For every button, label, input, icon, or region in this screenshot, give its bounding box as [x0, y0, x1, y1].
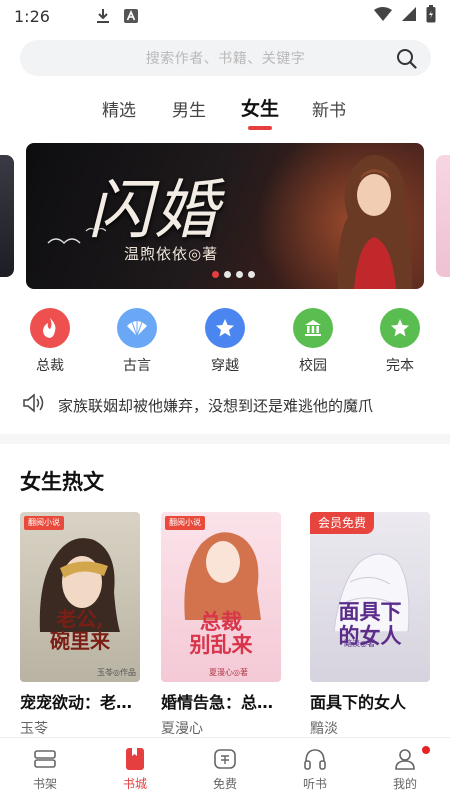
profile-icon — [395, 749, 415, 770]
banner-prev-slide[interactable] — [0, 155, 14, 277]
section-title: 女生热文 — [20, 470, 104, 494]
nav-free[interactable]: 免费 — [195, 746, 255, 792]
book-cover[interactable]: 会员免费 面具下 的女人 黯淡◎著 — [310, 512, 430, 682]
status-bar: 1:26 — [0, 0, 450, 32]
nav-label: 书城 — [122, 777, 147, 791]
tab-female[interactable]: 女生 — [241, 94, 279, 121]
category-time-travel[interactable]: 穿越 — [195, 308, 255, 375]
category-label: 总裁 — [36, 358, 64, 374]
book-card[interactable]: 翻阅小说 总裁 别乱来 夏漫心◎著 婚情告急：总… 夏漫心 — [161, 512, 281, 738]
book-card[interactable]: 会员免费 面具下 的女人 黯淡◎著 面具下的女人 黯淡 — [310, 512, 430, 738]
speaker-icon — [22, 393, 46, 417]
category-shortcuts: 总裁 古言 穿越 校园 完本 — [0, 308, 450, 378]
category-completed[interactable]: 完本 — [370, 308, 430, 375]
vip-free-badge: 会员免费 — [310, 512, 375, 534]
star-icon — [205, 308, 245, 348]
search-bar[interactable]: 搜索作者、书籍、关键字 — [20, 40, 431, 76]
nav-audiobooks[interactable]: 听书 — [285, 746, 345, 792]
banner-dot — [248, 271, 255, 278]
cover-badge: 翻阅小说 — [24, 516, 64, 530]
cover-author: 黯淡◎著 — [344, 639, 375, 648]
search-icon[interactable] — [396, 48, 417, 73]
fire-icon — [30, 308, 70, 348]
book-title[interactable]: 面具下的女人 — [310, 689, 430, 713]
cover-author: 夏漫心◎著 — [209, 668, 248, 677]
book-card[interactable]: 翻阅小说 老公, 碗里来 玉苓◎作品 宠宠欲动：老… 玉苓 — [20, 512, 140, 738]
category-label: 完本 — [386, 358, 414, 374]
book-cover[interactable]: 翻阅小说 总裁 别乱来 夏漫心◎著 — [161, 512, 281, 682]
free-icon — [214, 749, 236, 769]
signal-icon — [402, 7, 416, 25]
banner-title: 闪婚 — [88, 174, 220, 248]
banner-slide[interactable]: 闪婚 温煦依依◎著 — [26, 143, 424, 289]
cover-author: 玉苓◎作品 — [97, 668, 136, 677]
announcement-text[interactable]: 家族联姻却被他嫌弃，没想到还是难逃他的魔爪 — [58, 395, 373, 416]
tab-selected[interactable]: 精选 — [102, 96, 136, 121]
a-app-icon — [123, 9, 138, 23]
nav-label: 听书 — [302, 777, 327, 791]
category-campus[interactable]: 校园 — [283, 308, 343, 375]
banner-dot-active — [212, 271, 219, 278]
tab-male[interactable]: 男生 — [172, 96, 206, 121]
tab-new-books[interactable]: 新书 — [312, 96, 346, 121]
nav-bookstore[interactable]: 书城 — [105, 746, 165, 792]
notification-dot — [422, 746, 430, 754]
category-tabs: 精选 男生 女生 新书 — [0, 90, 450, 132]
book-title[interactable]: 婚情告急：总… — [161, 689, 281, 713]
download-icon — [96, 8, 110, 24]
search-placeholder[interactable]: 搜索作者、书籍、关键字 — [146, 48, 306, 68]
banner-carousel[interactable]: 闪婚 温煦依依◎著 — [0, 143, 450, 289]
cover-illustration — [184, 532, 261, 620]
book-author: 黯淡 — [310, 721, 338, 737]
banner-dot — [224, 271, 231, 278]
banner-pagination — [212, 271, 255, 278]
book-list: 翻阅小说 老公, 碗里来 玉苓◎作品 宠宠欲动：老… 玉苓 翻阅小说 总裁 别乱… — [0, 512, 450, 737]
cover-badge: 翻阅小说 — [165, 516, 205, 530]
section-divider — [0, 434, 450, 444]
book-cover[interactable]: 翻阅小说 老公, 碗里来 玉苓◎作品 — [20, 512, 140, 682]
category-label: 古言 — [123, 358, 151, 374]
headphones-icon — [304, 749, 326, 770]
book-author: 玉苓 — [20, 721, 48, 737]
wifi-icon — [374, 7, 392, 25]
fan-icon — [117, 308, 157, 348]
bookstore-icon — [126, 748, 144, 770]
star-icon — [380, 308, 420, 348]
category-label: 穿越 — [211, 358, 239, 374]
nav-label: 免费 — [212, 777, 237, 791]
category-ceo[interactable]: 总裁 — [20, 308, 80, 375]
bookshelf-icon — [34, 750, 56, 768]
bottom-navigation: 书架 书城 免费 听书 我的 — [0, 737, 450, 800]
cover-title: 总裁 别乱来 — [189, 609, 253, 657]
nav-bookshelf[interactable]: 书架 — [15, 746, 75, 792]
announcement-bar[interactable]: 家族联姻却被他嫌弃，没想到还是难逃他的魔爪 — [22, 392, 430, 418]
school-icon — [293, 308, 333, 348]
banner-dot — [236, 271, 243, 278]
tab-active-indicator — [248, 126, 272, 130]
book-title[interactable]: 宠宠欲动：老… — [20, 689, 140, 713]
banner-figure — [337, 155, 412, 289]
category-ancient[interactable]: 古言 — [107, 308, 167, 375]
nav-label: 我的 — [392, 777, 417, 791]
cover-title: 老公, 碗里来 — [50, 607, 110, 653]
nav-label: 书架 — [32, 777, 57, 791]
book-author: 夏漫心 — [161, 721, 203, 737]
status-time: 1:26 — [14, 6, 50, 26]
banner-author: 温煦依依◎著 — [124, 245, 219, 263]
banner-next-slide[interactable] — [436, 155, 450, 277]
battery-icon — [426, 5, 436, 27]
category-label: 校园 — [299, 358, 327, 374]
